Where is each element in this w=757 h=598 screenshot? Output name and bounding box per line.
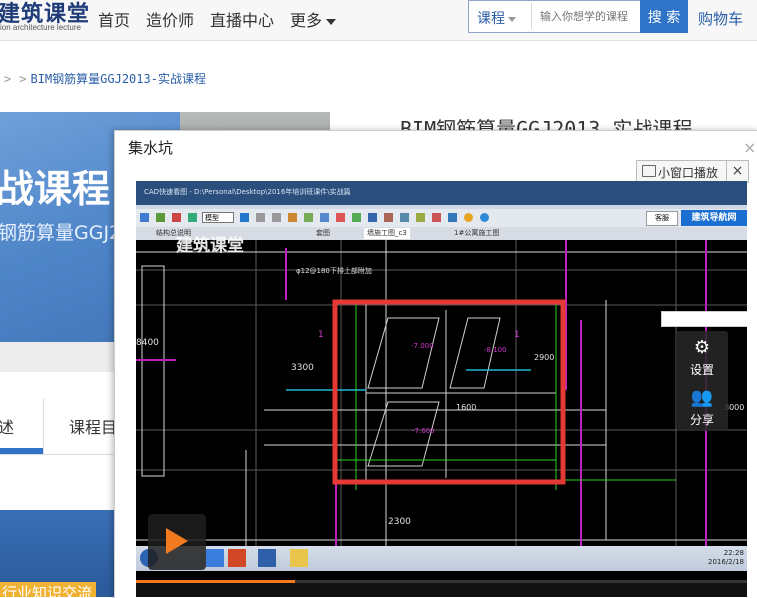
cad-toolbar: 模型 客服 建筑导航网 <box>136 209 747 227</box>
video-player[interactable]: CAD快速看图 - D:\Personal\Desktop\2016年培训班课件… <box>136 181 747 597</box>
clock-date: 2016/2/18 <box>708 558 744 566</box>
undo-icon <box>256 213 265 222</box>
promo-label: 行业知识交流 <box>0 582 97 597</box>
dim-label: 8400 <box>136 338 159 348</box>
dim-label: 2300 <box>388 517 411 527</box>
taskbar-app-icon <box>258 549 276 567</box>
settings-label: 设置 <box>689 363 714 377</box>
top-navigation-bar: 建筑课堂 ion architecture lecture 首页 造价师 直播中… <box>0 0 757 41</box>
color-icon <box>384 213 393 222</box>
tab-overview[interactable]: 述 <box>0 398 44 454</box>
chevron-down-icon <box>326 18 337 25</box>
site-nav-button: 建筑导航网 <box>681 210 747 226</box>
windows-taskbar: 22:28 2016/2/18 <box>136 546 747 571</box>
mini-window-play-label: 小窗口播放 <box>658 166 719 180</box>
player-control-bar <box>136 583 747 597</box>
cad-window-titlebar: CAD快速看图 - D:\Personal\Desktop\2016年培训班课件… <box>136 181 747 205</box>
redo-icon <box>272 213 281 222</box>
breadcrumb: > > BIM钢筋算量GGJ2013-实战课程 <box>0 70 206 87</box>
cad-drawing-canvas: φ12@180下排上部附加 3300 -7.000 -8.100 -7.600 … <box>136 240 747 546</box>
taskbar-app-icon <box>290 549 308 567</box>
lock-icon <box>432 213 441 222</box>
search-category-select[interactable]: 课程 <box>477 8 516 28</box>
taskbar-clock: 22:28 2016/2/18 <box>708 549 744 567</box>
search-category-label: 课程 <box>477 11 505 27</box>
search-box: 课程 <box>468 0 642 33</box>
table-icon <box>352 213 361 222</box>
dim-label: 2900 <box>534 353 554 362</box>
share-icon: 👥 <box>690 387 714 408</box>
dim-label: 1 <box>514 330 520 340</box>
player-gap <box>136 571 747 580</box>
measure-icon <box>320 213 329 222</box>
banner-subtitle: 钢筋算量GGJ2 <box>0 222 122 244</box>
player-side-panel: ⚙ 设置 👥 分享 <box>676 331 728 431</box>
search-input[interactable] <box>531 3 639 29</box>
info-icon <box>480 213 489 222</box>
breadcrumb-separator-icon: > <box>19 72 27 86</box>
tab-catalog[interactable]: 课程目 <box>69 414 117 438</box>
refresh-icon <box>156 213 165 222</box>
site-logo[interactable]: 建筑课堂 ion architecture lecture <box>0 0 89 36</box>
logo-english-text: ion architecture lecture <box>0 23 81 32</box>
zoom-icon <box>304 213 313 222</box>
cross-icon <box>172 213 181 222</box>
modal-title: 集水坑 <box>128 139 174 157</box>
tv-icon <box>642 165 656 177</box>
dim-label: 1600 <box>456 403 476 412</box>
text-icon <box>336 213 345 222</box>
cad-window-title: CAD快速看图 - D:\Personal\Desktop\2016年培训班课件… <box>144 188 351 196</box>
cad-tab: 套图 <box>316 229 330 237</box>
mini-window-play-button[interactable]: 小窗口播放 × <box>636 160 749 183</box>
dim-label: -7.600 <box>412 427 435 435</box>
taskbar-app-icon <box>228 549 246 567</box>
vip-icon <box>464 213 473 222</box>
view-mode-select: 模型 <box>202 212 234 223</box>
tab-overview-label: 述 <box>0 418 15 437</box>
dim-label: -7.000 <box>411 342 434 350</box>
play-button[interactable] <box>148 514 206 570</box>
dim-label: 3300 <box>291 363 314 373</box>
breadcrumb-current[interactable]: BIM钢筋算量GGJ2013-实战课程 <box>30 72 205 86</box>
chevron-down-icon <box>508 16 516 22</box>
promo-banner[interactable]: 行业知识交流 <box>0 510 120 597</box>
dim-label: -8.100 <box>484 346 507 354</box>
taskbar-app-icon <box>206 549 224 567</box>
dim-label: φ12@180下排上部附加 <box>296 266 372 275</box>
nav-cost-engineer[interactable]: 造价师 <box>146 7 194 31</box>
user-icon <box>448 213 457 222</box>
tool-icon <box>240 213 249 222</box>
customer-service-button: 客服 <box>646 211 678 226</box>
close-icon[interactable]: × <box>743 138 756 157</box>
nav-live-center[interactable]: 直播中心 <box>210 7 274 31</box>
save-icon <box>400 213 409 222</box>
share-label: 分享 <box>689 413 714 427</box>
active-tab-indicator <box>0 448 43 454</box>
input-method-bar <box>661 311 747 327</box>
nav-home[interactable]: 首页 <box>98 7 130 31</box>
clock-time: 22:28 <box>723 549 744 557</box>
search-button[interactable]: 搜 索 <box>640 0 688 33</box>
print-icon <box>368 213 377 222</box>
gear-icon: ⚙ <box>693 337 711 358</box>
share-button[interactable]: 👥 分享 <box>676 383 728 429</box>
cart-link[interactable]: 购物车 <box>698 8 743 29</box>
banner-title: 战课程 <box>0 167 111 211</box>
cad-tab: 1#公寓施工图 <box>454 229 500 237</box>
settings-button[interactable]: ⚙ 设置 <box>676 333 728 379</box>
nav-more[interactable]: 更多 <box>290 7 337 31</box>
pan-icon <box>288 213 297 222</box>
breadcrumb-separator-icon: > <box>4 72 12 86</box>
layer-icon <box>188 213 197 222</box>
play-icon <box>166 528 188 554</box>
nav-more-label: 更多 <box>290 11 323 30</box>
export-icon <box>416 213 425 222</box>
open-icon <box>140 213 149 222</box>
dim-label: 1 <box>318 330 324 340</box>
close-icon[interactable]: × <box>726 161 748 182</box>
cad-tab-active: 墙施工图_c3 <box>364 228 410 239</box>
watermark-logo: 建筑课堂 <box>176 236 244 256</box>
